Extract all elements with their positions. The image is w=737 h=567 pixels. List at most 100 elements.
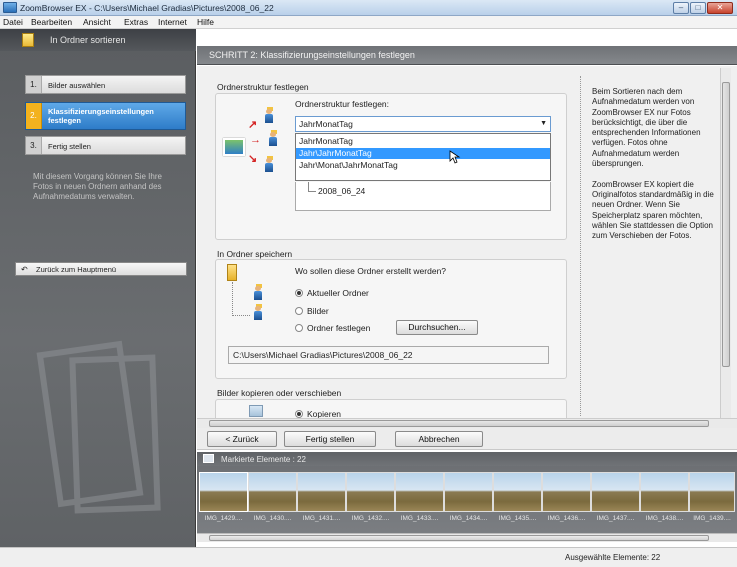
step-label: Bilder auswählen bbox=[48, 81, 106, 90]
structure-label: Ordnerstruktur festlegen: bbox=[295, 99, 390, 109]
left-panel-header: In Ordner sortieren bbox=[0, 29, 196, 51]
radio-specify-folder[interactable]: Ordner festlegen bbox=[295, 323, 370, 333]
menu-internet[interactable]: Internet bbox=[158, 17, 187, 27]
minimize-button[interactable]: – bbox=[673, 2, 689, 14]
menu-bar: Datei Bearbeiten Ansicht Extras Internet… bbox=[0, 16, 737, 29]
main-header: SCHRITT 2: Klassifizierungseinstellungen… bbox=[197, 46, 737, 65]
radio-checked-icon bbox=[295, 410, 303, 418]
thumbnail-label: IMG_1436.... bbox=[547, 515, 586, 522]
horizontal-scrollbar[interactable] bbox=[197, 418, 737, 428]
thumbnail[interactable] bbox=[689, 472, 735, 512]
radio-pictures[interactable]: Bilder bbox=[295, 306, 329, 316]
back-to-main-label: Zurück zum Hauptmenü bbox=[36, 265, 117, 274]
separator bbox=[580, 76, 581, 416]
dropdown-option[interactable]: JahrMonatTag bbox=[296, 136, 550, 147]
thumbnail-strip: IMG_1429.... IMG_1430.... IMG_1431.... I… bbox=[197, 466, 737, 540]
thumbnail[interactable] bbox=[591, 472, 640, 512]
arrow-icon: → bbox=[250, 134, 261, 146]
folder-person-icon bbox=[265, 107, 273, 123]
arrow-icon: ↘ bbox=[248, 153, 258, 165]
status-bar: Ausgewählte Elemente: 22 bbox=[0, 547, 737, 567]
scrollbar-thumb[interactable] bbox=[722, 82, 730, 367]
dropdown-option[interactable]: Jahr\Monat\JahrMonatTag bbox=[296, 160, 550, 171]
arrow-icon: ↗ bbox=[248, 119, 258, 131]
thumbnail-label: IMG_1432.... bbox=[351, 515, 390, 522]
step-number: 2. bbox=[26, 103, 42, 129]
thumbnail[interactable] bbox=[493, 472, 542, 512]
folder-tree-preview: 2008_06_24 bbox=[295, 182, 551, 211]
finish-button[interactable]: Fertig stellen bbox=[284, 431, 376, 447]
dropdown-arrow-icon[interactable]: ▼ bbox=[540, 120, 547, 127]
thumbnail-label: IMG_1439.... bbox=[693, 515, 731, 522]
browse-button[interactable]: Durchsuchen... bbox=[396, 320, 478, 335]
mouse-cursor-icon bbox=[449, 150, 461, 164]
radio-unchecked-icon bbox=[295, 307, 303, 315]
step-label: Fertig stellen bbox=[48, 142, 91, 151]
structure-dropdown-list: JahrMonatTag Jahr\JahrMonatTag Jahr\Mona… bbox=[295, 133, 551, 181]
thumbnail-label: IMG_1433.... bbox=[400, 515, 439, 522]
folder-icon bbox=[22, 33, 34, 47]
dropdown-option-highlighted[interactable]: Jahr\JahrMonatTag bbox=[296, 148, 550, 159]
thumbnail-label: IMG_1435.... bbox=[498, 515, 537, 522]
folder-person-icon bbox=[254, 304, 262, 320]
thumbnail-label: IMG_1438.... bbox=[645, 515, 684, 522]
thumbnail-label: IMG_1430.... bbox=[253, 515, 292, 522]
thumbnail[interactable] bbox=[297, 472, 346, 512]
decorative-frames-graphic bbox=[36, 340, 161, 514]
menu-extras[interactable]: Extras bbox=[124, 17, 148, 27]
thumbnail-label: IMG_1437.... bbox=[596, 515, 635, 522]
thumbnail[interactable] bbox=[199, 472, 248, 512]
copy-move-group bbox=[215, 399, 567, 419]
menu-ansicht[interactable]: Ansicht bbox=[83, 17, 111, 27]
thumbnail[interactable] bbox=[542, 472, 591, 512]
folder-person-icon bbox=[265, 156, 273, 172]
thumbnail-label: IMG_1431.... bbox=[302, 515, 341, 522]
menu-bearbeiten[interactable]: Bearbeiten bbox=[31, 17, 72, 27]
back-button[interactable]: < Zurück bbox=[207, 431, 277, 447]
radio-label: Ordner festlegen bbox=[307, 323, 371, 333]
photos-icon bbox=[223, 138, 245, 156]
radio-label: Aktueller Ordner bbox=[307, 288, 369, 298]
thumbnail[interactable] bbox=[640, 472, 689, 512]
thumbnails-icon bbox=[203, 454, 214, 463]
step-label: Klassifizierungseinstellungen festlegen bbox=[48, 107, 154, 125]
tree-item: 2008_06_24 bbox=[318, 186, 366, 196]
structure-combobox[interactable]: JahrMonatTag ▼ bbox=[295, 116, 551, 132]
folder-icon bbox=[227, 264, 237, 281]
close-button[interactable]: ✕ bbox=[707, 2, 733, 14]
thumbnail[interactable] bbox=[346, 472, 395, 512]
radio-current-folder[interactable]: Aktueller Ordner bbox=[295, 288, 369, 298]
radio-label: Bilder bbox=[307, 306, 329, 316]
left-panel-title: In Ordner sortieren bbox=[50, 35, 126, 45]
marked-items-count: Markierte Elemente : 22 bbox=[221, 455, 306, 464]
window-title: ZoomBrowser EX - C:\Users\Michael Gradia… bbox=[20, 3, 274, 13]
content-area: Ordnerstruktur festlegen ↗ → ↘ Ordnerstr… bbox=[197, 66, 737, 422]
menu-datei[interactable]: Datei bbox=[3, 17, 23, 27]
copy-icon bbox=[249, 405, 263, 417]
step-1[interactable]: 1. Bilder auswählen bbox=[25, 75, 186, 94]
step-2[interactable]: 2. Klassifizierungseinstellungen festleg… bbox=[25, 102, 186, 130]
menu-hilfe[interactable]: Hilfe bbox=[197, 17, 214, 27]
thumbnail[interactable] bbox=[444, 472, 493, 512]
step-3[interactable]: 3. Fertig stellen bbox=[25, 136, 186, 155]
info-text: Beim Sortieren nach dem Aufnahmedatum we… bbox=[592, 87, 714, 241]
navigation-bar: < Zurück Fertig stellen Abbrechen bbox=[197, 428, 737, 450]
step-number: 1. bbox=[26, 76, 42, 93]
radio-checked-icon bbox=[295, 289, 303, 297]
tree-connector bbox=[308, 182, 316, 192]
selected-items-status: Ausgewählte Elemente: 22 bbox=[565, 553, 661, 562]
save-location-question: Wo sollen diese Ordner erstellt werden? bbox=[295, 266, 447, 276]
folder-person-icon bbox=[269, 130, 277, 146]
scrollbar-thumb[interactable] bbox=[209, 420, 709, 427]
thumbnail[interactable] bbox=[248, 472, 297, 512]
back-arrow-icon: ↶ bbox=[21, 265, 28, 274]
vertical-scrollbar[interactable] bbox=[720, 68, 731, 418]
tree-connector bbox=[232, 282, 250, 316]
thumbnail[interactable] bbox=[395, 472, 444, 512]
strip-scrollbar[interactable] bbox=[197, 533, 737, 542]
scrollbar-thumb[interactable] bbox=[209, 535, 709, 541]
back-to-main-button[interactable]: ↶ Zurück zum Hauptmenü bbox=[15, 262, 187, 276]
cancel-button[interactable]: Abbrechen bbox=[395, 431, 483, 447]
step-number: 3. bbox=[26, 137, 42, 154]
maximize-button[interactable]: □ bbox=[690, 2, 706, 14]
